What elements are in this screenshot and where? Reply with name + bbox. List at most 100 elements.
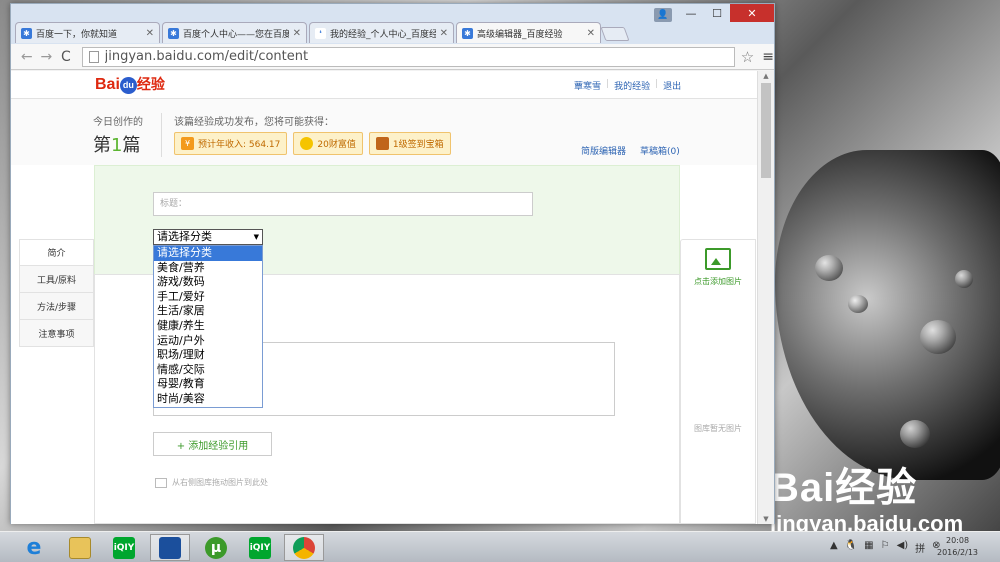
- volume-icon[interactable]: ◀): [897, 540, 909, 555]
- url-input[interactable]: [104, 49, 725, 64]
- page-scrollbar[interactable]: ▲ ▼: [757, 71, 774, 524]
- tab-baidu-home[interactable]: ✱ 百度一下，你就知道 ✕: [15, 22, 160, 43]
- show-hidden-icons-icon[interactable]: ▲: [830, 540, 838, 555]
- drag-hint: 从右侧图库拖动图片到此处: [155, 477, 268, 488]
- site-header: Bai du 经验 蕈寒雪 | 我的经验 | 退出: [11, 71, 758, 99]
- simple-editor-link[interactable]: 简版编辑器: [581, 144, 626, 157]
- page-icon: [88, 50, 99, 63]
- category-option[interactable]: 时尚/美容: [154, 392, 262, 407]
- clock[interactable]: 20:08 2016/2/13: [937, 535, 978, 559]
- water-drop: [848, 295, 868, 313]
- category-select[interactable]: 请选择分类 ▼: [153, 229, 263, 245]
- window-controls: 👤 — ☐ ✕: [654, 4, 774, 22]
- forward-button[interactable]: →: [37, 49, 57, 65]
- tab-label: 百度个人中心——您在百度: [183, 29, 289, 40]
- image-library-panel: 点击添加图片 图库暂无图片: [680, 239, 756, 524]
- my-jingyan-link[interactable]: 我的经验: [614, 79, 650, 92]
- category-option[interactable]: 生活/家居: [154, 304, 262, 319]
- iqiyi-icon: iQIY: [113, 536, 135, 559]
- username-link[interactable]: 蕈寒雪: [574, 79, 601, 92]
- iqiyi-taskbar-button-2[interactable]: iQIY: [240, 534, 280, 561]
- watermark-brand: Bai经验: [770, 466, 918, 510]
- clock-date: 2016/2/13: [937, 548, 979, 557]
- input-method-icon[interactable]: 拼: [915, 540, 925, 555]
- qq-icon[interactable]: 🐧: [845, 540, 857, 555]
- new-tab-button[interactable]: [600, 27, 630, 41]
- clock-time: 20:08: [945, 536, 970, 545]
- treasure-badge: 1级签到宝箱: [368, 132, 451, 155]
- tab-strip: ✱ 百度一下，你就知道 ✕ ✱ 百度个人中心——您在百度 ✕ ❛ 我的经验_个人…: [15, 22, 630, 44]
- tab-my-jingyan[interactable]: ❛ 我的经验_个人中心_百度经验 ✕: [309, 22, 454, 43]
- paw-icon: ✱: [168, 27, 179, 39]
- title-input[interactable]: [153, 192, 533, 216]
- user-nav: 蕈寒雪 | 我的经验 | 退出: [574, 79, 682, 92]
- address-bar[interactable]: [81, 46, 735, 67]
- user-icon[interactable]: 👤: [654, 8, 672, 22]
- water-drop: [955, 270, 973, 288]
- category-option[interactable]: 职场/理财: [154, 348, 262, 363]
- add-image-icon: [705, 248, 731, 270]
- taskbar: e iQIY µ iQIY ▲ 🐧 ▦ ⚐ ◀) 拼 ⊗ 20:08 2016/…: [0, 531, 1000, 562]
- baidu-jingyan-watermark: Bai经验 jingyan.baidu.com: [770, 455, 963, 537]
- category-option[interactable]: 手工/爱好: [154, 290, 262, 305]
- scroll-down-icon[interactable]: ▼: [758, 515, 774, 523]
- menu-icon[interactable]: ≡: [762, 49, 774, 65]
- category-dropdown: 请选择分类 美食/营养 游戏/数码 手工/爱好 生活/家居 健康/养生 运动/户…: [153, 245, 263, 408]
- baidu-jingyan-logo[interactable]: Bai du 经验: [95, 74, 165, 94]
- chrome-icon: [293, 536, 315, 559]
- chrome-taskbar-button[interactable]: [284, 534, 324, 561]
- tab-label: 我的经验_个人中心_百度经验: [330, 29, 436, 40]
- tab-personal-center[interactable]: ✱ 百度个人中心——您在百度 ✕: [162, 22, 307, 43]
- article-count: 第1篇: [93, 135, 141, 156]
- close-tab-icon[interactable]: ✕: [293, 28, 301, 39]
- image-icon: [155, 477, 167, 488]
- coin-icon: [300, 137, 314, 150]
- paw-icon: ❛: [315, 27, 326, 39]
- explorer-taskbar-button[interactable]: [60, 534, 100, 561]
- browser-window: ✱ 百度一下，你就知道 ✕ ✱ 百度个人中心——您在百度 ✕ ❛ 我的经验_个人…: [10, 3, 775, 524]
- nav-item-notes[interactable]: 注意事项: [19, 320, 94, 347]
- category-option[interactable]: 健康/养生: [154, 319, 262, 334]
- calculator-taskbar-button[interactable]: [150, 534, 190, 561]
- water-drop: [815, 255, 843, 281]
- category-option[interactable]: 请选择分类: [154, 246, 262, 261]
- creation-summary: 今日创作的 第1篇 该篇经验成功发布，您将可能获得： ¥ 预计年收入: 564.…: [11, 99, 758, 165]
- category-option[interactable]: 母婴/教育: [154, 377, 262, 392]
- drafts-link[interactable]: 草稿箱(0): [640, 144, 680, 157]
- iqiyi-taskbar-button[interactable]: iQIY: [104, 534, 144, 561]
- add-image-button[interactable]: 点击添加图片: [681, 248, 755, 287]
- nav-item-intro[interactable]: 简介: [19, 239, 94, 266]
- calculator-icon: [159, 536, 181, 559]
- category-option[interactable]: 美食/营养: [154, 261, 262, 276]
- piggy-bank-icon: ¥: [181, 137, 194, 150]
- logout-link[interactable]: 退出: [663, 79, 681, 92]
- bookmark-star-icon[interactable]: ☆: [741, 48, 754, 66]
- category-option[interactable]: 运动/户外: [154, 334, 262, 349]
- close-tab-icon[interactable]: ✕: [146, 28, 154, 39]
- maximize-button[interactable]: ☐: [704, 4, 730, 22]
- today-label: 今日创作的: [93, 117, 143, 128]
- close-button[interactable]: ✕: [730, 4, 774, 22]
- scroll-thumb[interactable]: [761, 83, 771, 178]
- flag-icon[interactable]: ⚐: [881, 540, 890, 555]
- network-icon[interactable]: ▦: [864, 540, 873, 555]
- section-nav: 简介 工具/原料 方法/步骤 注意事项: [19, 239, 94, 347]
- tab-advanced-editor[interactable]: ✱ 高级编辑器_百度经验 ✕: [456, 22, 601, 43]
- wealth-badge: 20财富值: [293, 132, 363, 155]
- scroll-up-icon[interactable]: ▲: [758, 72, 774, 80]
- close-tab-icon[interactable]: ✕: [440, 28, 448, 39]
- add-reference-button[interactable]: + 添加经验引用: [153, 432, 272, 456]
- income-badge: ¥ 预计年收入: 564.17: [174, 132, 288, 155]
- category-option[interactable]: 情感/交际: [154, 363, 262, 378]
- back-button[interactable]: ←: [17, 49, 37, 65]
- nav-item-steps[interactable]: 方法/步骤: [19, 293, 94, 320]
- close-tab-icon[interactable]: ✕: [587, 28, 595, 39]
- nav-item-tools[interactable]: 工具/原料: [19, 266, 94, 293]
- divider: [161, 113, 162, 157]
- category-option[interactable]: 游戏/数码: [154, 275, 262, 290]
- file-explorer-icon: [69, 536, 91, 559]
- reload-button[interactable]: C: [56, 49, 76, 65]
- utorrent-taskbar-button[interactable]: µ: [196, 534, 236, 561]
- ie-taskbar-button[interactable]: e: [14, 534, 54, 561]
- minimize-button[interactable]: —: [678, 4, 704, 22]
